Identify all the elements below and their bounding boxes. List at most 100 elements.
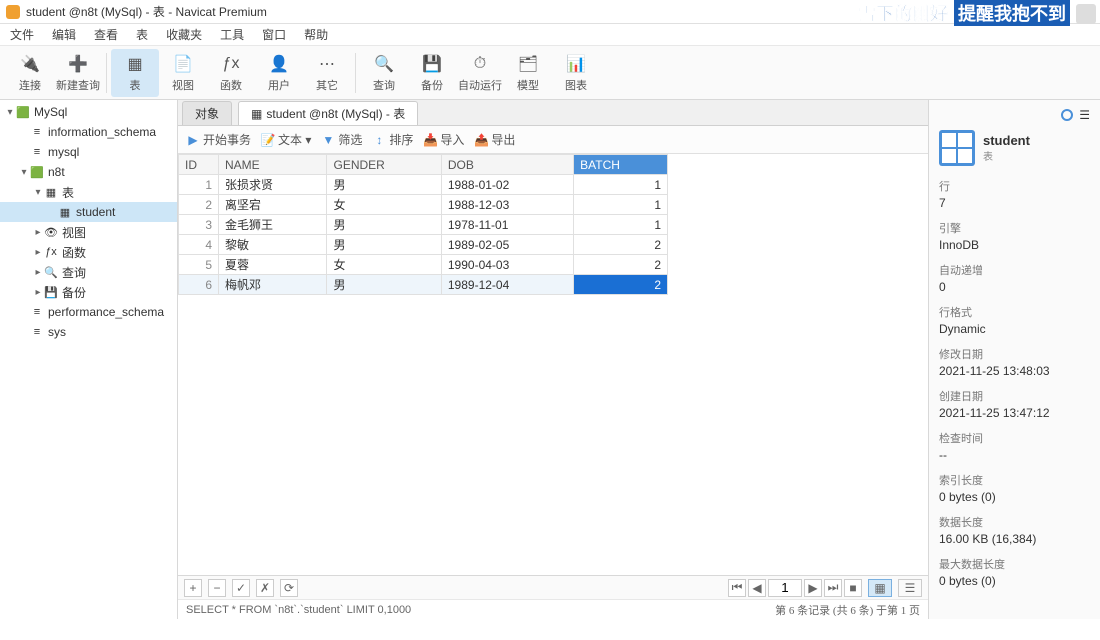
cell-dob[interactable]: 1989-02-05 bbox=[441, 235, 573, 255]
twisty-icon[interactable]: ▾ bbox=[18, 167, 30, 178]
action-开始事务[interactable]: ▶开始事务 bbox=[186, 131, 251, 148]
cell-name[interactable]: 金毛狮王 bbox=[219, 215, 327, 235]
menu-窗口[interactable]: 窗口 bbox=[262, 26, 286, 43]
menu-查看[interactable]: 查看 bbox=[94, 26, 118, 43]
cell-name[interactable]: 夏蓉 bbox=[219, 255, 327, 275]
action-文本 ▾[interactable]: 📝文本 ▾ bbox=[261, 131, 311, 148]
cell-name[interactable]: 张损求贤 bbox=[219, 175, 327, 195]
cell-gender[interactable]: 男 bbox=[327, 175, 441, 195]
tool-自动运行[interactable]: ⏱自动运行 bbox=[456, 49, 504, 97]
tree-sys[interactable]: ≡sys bbox=[0, 322, 177, 342]
table-row[interactable]: 4黎敏男1989-02-052 bbox=[179, 235, 668, 255]
page-input[interactable] bbox=[768, 579, 802, 597]
cell-batch[interactable]: 1 bbox=[574, 215, 668, 235]
twisty-icon[interactable]: ▸ bbox=[32, 287, 44, 298]
tool-查询[interactable]: 🔍查询 bbox=[360, 49, 408, 97]
cell-dob[interactable]: 1988-12-03 bbox=[441, 195, 573, 215]
menu-编辑[interactable]: 编辑 bbox=[52, 26, 76, 43]
delete-row-button[interactable]: − bbox=[208, 579, 226, 597]
cell-gender[interactable]: 男 bbox=[327, 235, 441, 255]
col-ID[interactable]: ID bbox=[179, 155, 219, 175]
refresh-info-icon[interactable] bbox=[1061, 109, 1073, 121]
cell-gender[interactable]: 男 bbox=[327, 215, 441, 235]
table-row[interactable]: 1张损求贤男1988-01-021 bbox=[179, 175, 668, 195]
col-GENDER[interactable]: GENDER bbox=[327, 155, 441, 175]
tool-视图[interactable]: 📄视图 bbox=[159, 49, 207, 97]
cell-batch[interactable]: 2 bbox=[574, 275, 668, 295]
cancel-button[interactable]: ✗ bbox=[256, 579, 274, 597]
tool-连接[interactable]: 🔌连接 bbox=[6, 49, 54, 97]
cell-id[interactable]: 3 bbox=[179, 215, 219, 235]
twisty-icon[interactable]: ▸ bbox=[32, 267, 44, 278]
tool-备份[interactable]: 💾备份 bbox=[408, 49, 456, 97]
cell-dob[interactable]: 1989-12-04 bbox=[441, 275, 573, 295]
twisty-icon[interactable]: ▸ bbox=[32, 247, 44, 258]
tool-其它[interactable]: ⋯其它 bbox=[303, 49, 351, 97]
tool-函数[interactable]: ƒx函数 bbox=[207, 49, 255, 97]
menu-帮助[interactable]: 帮助 bbox=[304, 26, 328, 43]
tree-查询[interactable]: ▸🔍查询 bbox=[0, 262, 177, 282]
stop-button[interactable]: ■ bbox=[844, 579, 862, 597]
apply-button[interactable]: ✓ bbox=[232, 579, 250, 597]
menu-表[interactable]: 表 bbox=[136, 26, 148, 43]
tree-MySql[interactable]: ▾🟩MySql bbox=[0, 102, 177, 122]
user-icon[interactable] bbox=[1076, 4, 1096, 24]
cell-batch[interactable]: 2 bbox=[574, 235, 668, 255]
cell-id[interactable]: 1 bbox=[179, 175, 219, 195]
tool-图表[interactable]: 📊图表 bbox=[552, 49, 600, 97]
table-row[interactable]: 6梅帆邓男1989-12-042 bbox=[179, 275, 668, 295]
next-page-button[interactable]: ▶ bbox=[804, 579, 822, 597]
cell-batch[interactable]: 1 bbox=[574, 195, 668, 215]
tab[interactable]: ▦student @n8t (MySql) - 表 bbox=[238, 101, 418, 125]
tree-student[interactable]: ▦student bbox=[0, 202, 177, 222]
refresh-button[interactable]: ⟳ bbox=[280, 579, 298, 597]
action-导出[interactable]: 📤导出 bbox=[474, 131, 515, 148]
tree-mysql[interactable]: ≡mysql bbox=[0, 142, 177, 162]
cell-id[interactable]: 6 bbox=[179, 275, 219, 295]
cell-batch[interactable]: 2 bbox=[574, 255, 668, 275]
tree-n8t[interactable]: ▾🟩n8t bbox=[0, 162, 177, 182]
first-page-button[interactable]: ⏮ bbox=[728, 579, 746, 597]
cell-name[interactable]: 黎敏 bbox=[219, 235, 327, 255]
form-view-button[interactable]: ☰ bbox=[898, 579, 922, 597]
cell-dob[interactable]: 1990-04-03 bbox=[441, 255, 573, 275]
table-row[interactable]: 2离坚宕女1988-12-031 bbox=[179, 195, 668, 215]
tree-表[interactable]: ▾▦表 bbox=[0, 182, 177, 202]
tree-备份[interactable]: ▸💾备份 bbox=[0, 282, 177, 302]
tool-模型[interactable]: 🗂模型 bbox=[504, 49, 552, 97]
twisty-icon[interactable]: ▸ bbox=[32, 227, 44, 238]
data-grid[interactable]: IDNAMEGENDERDOBBATCH1张损求贤男1988-01-0212离坚… bbox=[178, 154, 928, 575]
tool-表[interactable]: ▦表 bbox=[111, 49, 159, 97]
tool-用户[interactable]: 👤用户 bbox=[255, 49, 303, 97]
tree-information_schema[interactable]: ≡information_schema bbox=[0, 122, 177, 142]
cell-id[interactable]: 4 bbox=[179, 235, 219, 255]
col-DOB[interactable]: DOB bbox=[441, 155, 573, 175]
info-menu-icon[interactable]: ☰ bbox=[1079, 108, 1090, 122]
action-筛选[interactable]: ▼筛选 bbox=[321, 131, 362, 148]
col-BATCH[interactable]: BATCH bbox=[574, 155, 668, 175]
grid-view-button[interactable]: ▦ bbox=[868, 579, 892, 597]
menu-工具[interactable]: 工具 bbox=[220, 26, 244, 43]
tab[interactable]: 对象 bbox=[182, 101, 232, 125]
twisty-icon[interactable]: ▾ bbox=[32, 187, 44, 198]
table-row[interactable]: 5夏蓉女1990-04-032 bbox=[179, 255, 668, 275]
add-row-button[interactable]: + bbox=[184, 579, 202, 597]
tool-新建查询[interactable]: ➕新建查询 bbox=[54, 49, 102, 97]
action-导入[interactable]: 📥导入 bbox=[423, 131, 464, 148]
cell-dob[interactable]: 1978-11-01 bbox=[441, 215, 573, 235]
cell-name[interactable]: 离坚宕 bbox=[219, 195, 327, 215]
twisty-icon[interactable]: ▾ bbox=[4, 107, 16, 118]
menu-收藏夹[interactable]: 收藏夹 bbox=[166, 26, 202, 43]
prev-page-button[interactable]: ◀ bbox=[748, 579, 766, 597]
cell-gender[interactable]: 男 bbox=[327, 275, 441, 295]
menu-文件[interactable]: 文件 bbox=[10, 26, 34, 43]
cell-gender[interactable]: 女 bbox=[327, 255, 441, 275]
cell-gender[interactable]: 女 bbox=[327, 195, 441, 215]
tree-函数[interactable]: ▸ƒx函数 bbox=[0, 242, 177, 262]
cell-batch[interactable]: 1 bbox=[574, 175, 668, 195]
action-排序[interactable]: ↕排序 bbox=[372, 131, 413, 148]
col-NAME[interactable]: NAME bbox=[219, 155, 327, 175]
cell-id[interactable]: 5 bbox=[179, 255, 219, 275]
cell-dob[interactable]: 1988-01-02 bbox=[441, 175, 573, 195]
table-row[interactable]: 3金毛狮王男1978-11-011 bbox=[179, 215, 668, 235]
